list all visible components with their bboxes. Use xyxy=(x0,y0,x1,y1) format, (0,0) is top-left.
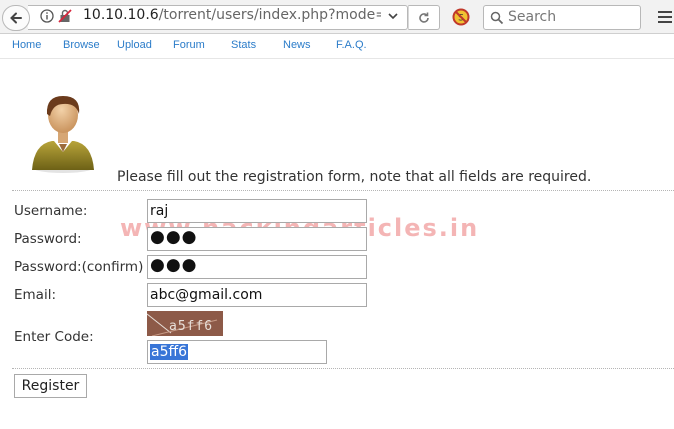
search-bar[interactable]: Search xyxy=(483,5,641,30)
reload-button[interactable] xyxy=(408,5,440,30)
info-icon[interactable] xyxy=(40,9,54,23)
captcha-text: a5ff6 xyxy=(169,319,214,334)
code-label: Enter Code: xyxy=(14,329,94,345)
email-label: Email: xyxy=(14,287,57,303)
nav-link-stats[interactable]: Stats xyxy=(231,39,256,51)
reload-icon xyxy=(419,12,429,23)
code-input-value: a5ff6 xyxy=(150,344,189,360)
url-host: 10.10.10.6 xyxy=(83,7,159,23)
site-nav-menu: Home Browse Upload Forum Stats News F.A.… xyxy=(0,34,674,58)
nav-link-home[interactable]: Home xyxy=(12,39,41,51)
url-path: /torrent/users/index.php?mode=reg xyxy=(158,7,381,23)
nav-link-browse[interactable]: Browse xyxy=(63,39,100,51)
captcha-image: a5ff6 xyxy=(147,311,223,336)
nav-link-news[interactable]: News xyxy=(283,39,311,51)
form-bottom-divider xyxy=(12,368,674,369)
chevron-down-icon[interactable] xyxy=(386,9,400,23)
nav-link-forum[interactable]: Forum xyxy=(173,39,205,51)
back-arrow-icon xyxy=(10,12,22,24)
password-field[interactable]: ●●● xyxy=(147,227,367,251)
browser-toolbar: 10.10.10.6/torrent/users/index.php?mode=… xyxy=(0,0,674,34)
mixed-content-lock-icon[interactable] xyxy=(58,9,72,23)
noscript-icon[interactable]: S xyxy=(452,8,470,26)
register-button[interactable]: Register xyxy=(14,374,87,398)
search-icon xyxy=(490,11,504,25)
search-input[interactable]: Search xyxy=(508,9,556,25)
back-button[interactable] xyxy=(2,5,30,31)
username-field[interactable]: raj xyxy=(147,199,367,223)
username-label: Username: xyxy=(14,203,88,219)
password-confirm-field[interactable]: ●●● xyxy=(147,255,367,279)
nav-divider xyxy=(0,58,674,59)
email-field[interactable]: abc@gmail.com xyxy=(147,283,367,307)
user-avatar-icon xyxy=(32,96,94,173)
code-input[interactable]: a5ff6 xyxy=(147,340,327,364)
hamburger-menu-icon[interactable] xyxy=(656,6,674,28)
url-text[interactable]: 10.10.10.6/torrent/users/index.php?mode=… xyxy=(83,7,381,23)
form-top-divider xyxy=(12,190,674,191)
password-confirm-label: Password:(confirm) xyxy=(14,259,144,275)
password-label: Password: xyxy=(14,231,82,247)
form-instructions: Please fill out the registration form, n… xyxy=(117,169,592,185)
nav-link-upload[interactable]: Upload xyxy=(117,39,152,51)
nav-link-faq[interactable]: F.A.Q. xyxy=(336,39,367,51)
